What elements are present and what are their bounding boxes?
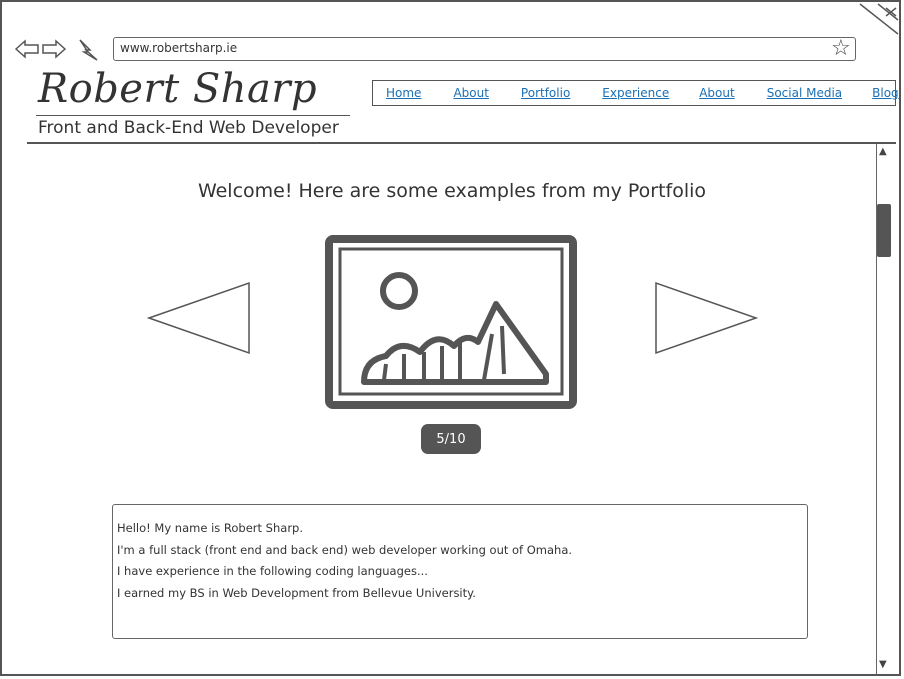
nav-item-about-2[interactable]: About <box>699 86 734 100</box>
address-bar[interactable]: www.robertsharp.ie <box>113 37 856 61</box>
scroll-up-icon[interactable]: ▲ <box>879 146 887 157</box>
back-arrow-icon[interactable] <box>14 38 40 60</box>
scroll-down-icon[interactable]: ▼ <box>879 659 887 670</box>
nav-item-about[interactable]: About <box>453 86 488 100</box>
title-underline <box>36 115 350 116</box>
image-placeholder-icon <box>325 235 577 409</box>
bio-line: I earned my BS in Web Development from B… <box>117 585 476 600</box>
bio-line: I'm a full stack (front end and back end… <box>117 542 573 557</box>
nav-item-blog[interactable]: Blog <box>872 86 899 100</box>
triangle-left-icon[interactable] <box>147 281 252 356</box>
page-title: Robert Sharp <box>38 66 318 112</box>
triangle-right-icon[interactable] <box>654 281 759 356</box>
nav-item-experience[interactable]: Experience <box>602 86 669 100</box>
scrollbar-thumb[interactable] <box>877 204 891 257</box>
bio-line: Hello! My name is Robert Sharp. <box>117 521 304 535</box>
welcome-heading: Welcome! Here are some examples from my … <box>197 180 707 202</box>
top-nav: Home About Portfolio Experience About So… <box>372 80 899 106</box>
header-divider <box>27 142 896 144</box>
nav-item-social-media[interactable]: Social Media <box>767 86 842 100</box>
carousel-counter: 5/10 <box>421 424 481 454</box>
nav-item-home[interactable]: Home <box>386 86 421 100</box>
page-subtitle: Front and Back-End Web Developer <box>38 118 339 138</box>
nav-item-portfolio[interactable]: Portfolio <box>521 86 570 100</box>
bio-textbox: Hello! My name is Robert Sharp. I'm a fu… <box>112 504 808 639</box>
close-icon[interactable] <box>858 2 900 36</box>
star-icon[interactable]: ☆ <box>831 37 851 61</box>
bio-line: I have experience in the following codin… <box>117 564 428 578</box>
lightning-reload-icon[interactable] <box>76 37 100 63</box>
forward-arrow-icon[interactable] <box>41 38 67 60</box>
